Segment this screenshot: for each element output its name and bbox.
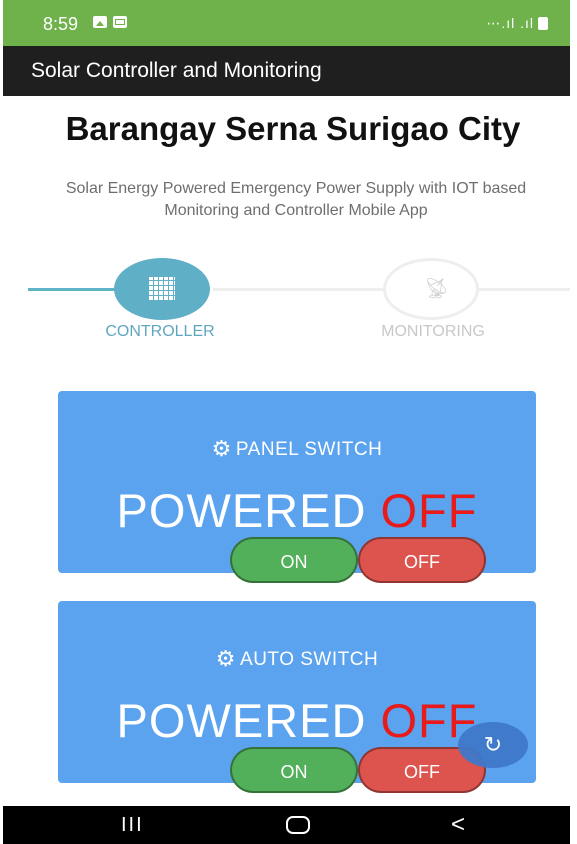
- phone-screen: 8:59 ⋯.ıl .ıl Solar Controller and Monit…: [3, 0, 570, 844]
- signal-indicators: ⋯.ıl .ıl: [486, 15, 548, 32]
- gallery-icon: [93, 16, 107, 28]
- back-button[interactable]: <: [451, 811, 465, 839]
- auto-on-button[interactable]: ON: [230, 747, 358, 793]
- panel-switch-status: POWERED OFF: [58, 483, 536, 538]
- refresh-button[interactable]: ↻: [458, 722, 528, 768]
- recent-apps-button[interactable]: III: [121, 814, 144, 837]
- page-title: Barangay Serna Surigao City: [65, 110, 521, 147]
- app-bar: Solar Controller and Monitoring: [3, 46, 570, 96]
- panel-off-button[interactable]: OFF: [358, 537, 486, 583]
- panel-switch-title: PANEL SWITCH: [235, 439, 383, 460]
- status-prefix: POWERED: [116, 694, 367, 747]
- app-title: Solar Controller and Monitoring: [31, 59, 322, 82]
- card-title: ⚙ AUTO SWITCH: [58, 646, 536, 672]
- status-bar: 8:59 ⋯.ıl .ıl: [3, 0, 570, 46]
- home-button[interactable]: [286, 816, 310, 834]
- page-subtitle: Solar Energy Powered Emergency Power Sup…: [65, 180, 527, 219]
- card-title: ⚙ PANEL SWITCH: [58, 436, 536, 462]
- auto-switch-title: AUTO SWITCH: [240, 649, 379, 670]
- gear-icon: ⚙: [215, 646, 237, 671]
- system-nav-bar: III <: [3, 806, 570, 844]
- stepper-line-active: [28, 288, 118, 291]
- refresh-icon: ↻: [483, 732, 503, 757]
- grid-icon: [149, 277, 175, 300]
- tab-controller[interactable]: [114, 258, 210, 320]
- wifi-signal-icon: ⋯.ıl .ıl: [486, 15, 534, 31]
- battery-icon: [538, 17, 548, 30]
- tab-monitoring-label[interactable]: MONITORING: [363, 323, 503, 341]
- panel-switch-card: ⚙ PANEL SWITCH POWERED OFF ON OFF: [58, 391, 536, 583]
- main-content: Barangay Serna Surigao City Solar Energy…: [3, 96, 570, 806]
- gear-icon: ⚙: [211, 436, 232, 461]
- panel-on-button[interactable]: ON: [230, 537, 358, 583]
- status-value: OFF: [380, 484, 478, 537]
- message-icon: [113, 16, 127, 28]
- antenna-icon: 📡︎: [424, 278, 450, 300]
- status-time: 8:59: [43, 14, 79, 34]
- status-prefix: POWERED: [116, 484, 367, 537]
- tab-monitoring[interactable]: 📡︎: [383, 258, 479, 320]
- tab-controller-label[interactable]: CONTROLLER: [85, 323, 235, 341]
